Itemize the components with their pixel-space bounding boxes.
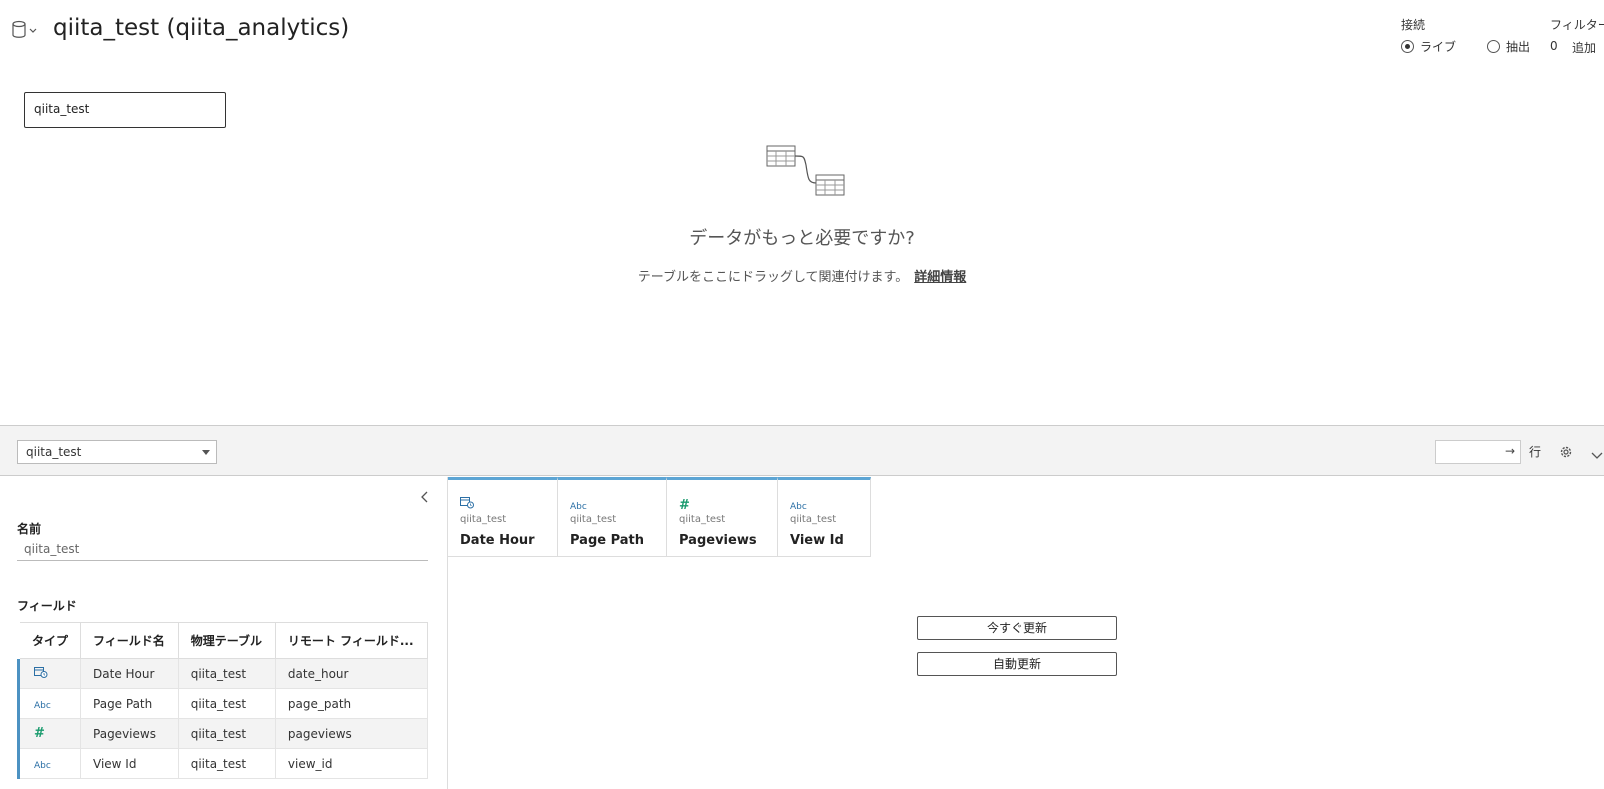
column-header-remote-field[interactable]: リモート フィールド... (274, 622, 429, 659)
column-table-name: qiita_test (570, 514, 617, 525)
field-name-cell: Page Path (80, 688, 179, 719)
table-row[interactable]: Abc Page Path qiita_test page_path (16, 688, 429, 719)
physical-table-cell: qiita_test (177, 748, 276, 779)
number-type-icon[interactable]: # (679, 498, 690, 513)
datasource-header: qiita_test (qiita_analytics) 接続 ライブ 抽出 フ… (0, 0, 1604, 70)
table-row[interactable]: Date Hour qiita_test date_hour (16, 658, 429, 689)
arrow-right-icon[interactable]: → (1505, 444, 1515, 458)
string-type-icon[interactable]: Abc (790, 502, 807, 512)
connection-label: 接続 (1401, 18, 1426, 32)
metadata-panel: 名前 qiita_test フィールド タイプ フィールド名 物理テーブル リモ… (0, 477, 448, 789)
column-field-name: Date Hour (460, 533, 535, 548)
string-type-icon[interactable]: Abc (570, 502, 587, 512)
empty-state-text: テーブルをここにドラッグして関連付けます。 (637, 270, 909, 285)
radio-unselected-icon[interactable] (1487, 40, 1500, 53)
chevron-down-icon (202, 450, 210, 455)
learn-more-link[interactable]: 詳細情報 (914, 270, 966, 285)
radio-selected-icon[interactable] (1401, 40, 1414, 53)
column-field-name: Pageviews (679, 533, 757, 548)
table-row[interactable]: # Pageviews qiita_test pageviews (16, 718, 429, 749)
string-type-icon[interactable]: Abc (34, 701, 51, 711)
field-name-cell: Date Hour (80, 658, 179, 689)
page-title[interactable]: qiita_test (qiita_analytics) (53, 15, 349, 41)
column-header-physical-table[interactable]: 物理テーブル (177, 622, 276, 659)
datetime-type-icon[interactable] (460, 494, 545, 512)
update-now-button[interactable]: 今すぐ更新 (917, 616, 1117, 640)
grid-column-header[interactable]: qiita_test Date Hour (448, 477, 558, 557)
extract-label: 抽出 (1506, 40, 1531, 54)
empty-state-description: テーブルをここにドラッグして関連付けます。 詳細情報 (0, 266, 1604, 285)
field-name-cell: View Id (80, 748, 179, 779)
filter-count: 0 (1550, 39, 1558, 53)
column-field-name: View Id (790, 533, 844, 548)
fields-table-header: タイプ フィールド名 物理テーブル リモート フィールド... (16, 622, 429, 659)
live-radio[interactable]: ライブ (1401, 38, 1456, 55)
grid-column-header[interactable]: Abc qiita_test View Id (778, 477, 871, 557)
data-grid: qiita_test Date Hour Abc qiita_test Page… (448, 477, 1604, 789)
filter-add-link[interactable]: 追加 (1572, 39, 1596, 56)
live-label: ライブ (1420, 40, 1457, 54)
number-type-icon[interactable]: # (34, 726, 45, 741)
rows-label: 行 (1529, 445, 1542, 459)
physical-table-cell: qiita_test (177, 718, 276, 749)
column-field-name: Page Path (570, 533, 645, 548)
empty-state-title: データがもっと必要ですか? (689, 228, 915, 249)
filter-label: フィルター (1550, 18, 1604, 32)
extract-radio[interactable]: 抽出 (1487, 38, 1530, 55)
column-header-type[interactable]: タイプ (16, 622, 82, 659)
remote-field-cell: date_hour (274, 658, 429, 689)
type-cell[interactable] (16, 658, 82, 689)
column-table-name: qiita_test (790, 514, 837, 525)
column-header-field-name[interactable]: フィールド名 (80, 622, 179, 659)
chevron-left-icon[interactable] (420, 489, 430, 503)
gear-icon[interactable] (1559, 444, 1573, 458)
fields-label: フィールド (17, 599, 77, 613)
related-tables-icon (766, 145, 852, 203)
grid-column-header[interactable]: # qiita_test Pageviews (667, 477, 778, 557)
auto-update-button[interactable]: 自動更新 (917, 652, 1117, 676)
physical-table-cell: qiita_test (177, 658, 276, 689)
rows-input[interactable]: → (1435, 440, 1521, 464)
table-row[interactable]: Abc View Id qiita_test view_id (16, 748, 429, 779)
chevron-down-icon[interactable] (1591, 446, 1603, 459)
remote-field-cell: view_id (274, 748, 429, 779)
type-cell[interactable]: # (16, 718, 82, 749)
column-table-name: qiita_test (679, 514, 726, 525)
table-select-value: qiita_test (26, 445, 82, 459)
table-select-dropdown[interactable]: qiita_test (17, 440, 217, 464)
column-table-name: qiita_test (460, 514, 507, 525)
type-cell[interactable]: Abc (16, 748, 82, 779)
data-grid-toolbar: qiita_test → 行 (0, 425, 1604, 476)
name-input[interactable]: qiita_test (17, 539, 428, 561)
grid-column-header[interactable]: Abc qiita_test Page Path (558, 477, 667, 557)
string-type-icon[interactable]: Abc (34, 761, 51, 771)
canvas-table-chip[interactable]: qiita_test (24, 92, 226, 128)
fields-table: タイプ フィールド名 物理テーブル リモート フィールド... Date Hou… (16, 622, 429, 779)
name-label: 名前 (17, 522, 42, 536)
physical-table-cell: qiita_test (177, 688, 276, 719)
datetime-type-icon[interactable] (34, 667, 48, 681)
field-name-cell: Pageviews (80, 718, 179, 749)
database-icon[interactable] (12, 20, 40, 40)
remote-field-cell: pageviews (274, 718, 429, 749)
type-cell[interactable]: Abc (16, 688, 82, 719)
remote-field-cell: page_path (274, 688, 429, 719)
